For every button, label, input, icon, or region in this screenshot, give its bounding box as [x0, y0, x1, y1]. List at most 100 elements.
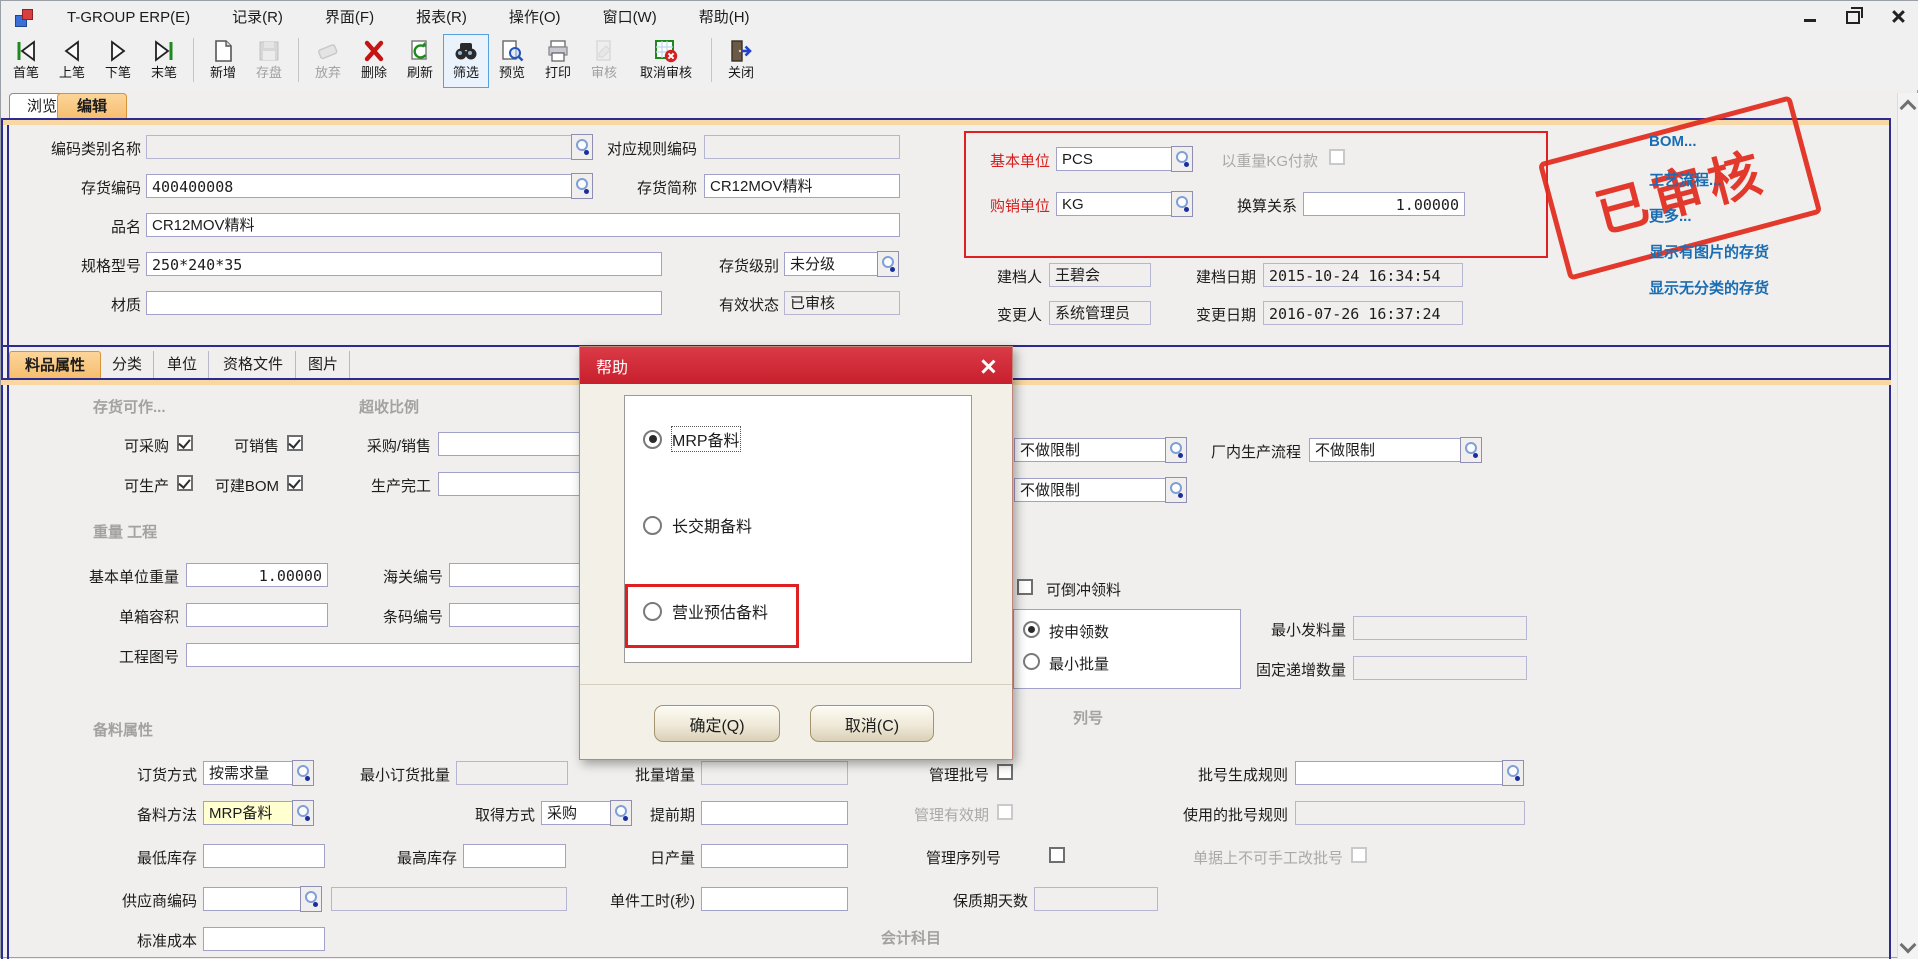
vertical-scrollbar[interactable] — [1897, 93, 1918, 959]
next-record-button[interactable]: 下笔 — [95, 34, 141, 88]
close-icon[interactable] — [1887, 5, 1909, 27]
manage-serial-checkbox[interactable] — [1049, 847, 1065, 863]
code-category-field[interactable] — [146, 135, 572, 159]
preview-button[interactable]: 预览 — [489, 34, 535, 88]
menu-app[interactable]: T-GROUP ERP(E) — [46, 1, 211, 34]
first-record-button[interactable]: 首笔 — [3, 34, 49, 88]
unit-hours-field[interactable] — [701, 887, 848, 911]
manage-batch-checkbox[interactable] — [997, 764, 1013, 780]
refresh-button[interactable]: 刷新 — [397, 34, 443, 88]
min-stock-field[interactable] — [203, 844, 325, 868]
backflush-checkbox[interactable] — [1017, 579, 1033, 595]
last-record-button[interactable]: 末笔 — [141, 34, 187, 88]
factory-flow-lookup-icon[interactable] — [1460, 437, 1482, 463]
factory-flow-field[interactable]: 不做限制 — [1309, 438, 1461, 462]
scroll-up-icon[interactable] — [1901, 99, 1915, 113]
prev-record-button[interactable]: 上笔 — [49, 34, 95, 88]
ok-button[interactable]: 确定(Q) — [654, 705, 780, 742]
cancel-button[interactable]: 取消(C) — [810, 705, 934, 742]
std-cost-field[interactable] — [203, 927, 325, 951]
base-unit-label: 基本单位 — [976, 150, 1050, 171]
menu-operation[interactable]: 操作(O) — [488, 1, 582, 34]
sellable-checkbox[interactable] — [287, 435, 303, 451]
minimize-icon[interactable] — [1799, 5, 1821, 27]
material-field[interactable] — [146, 291, 662, 315]
link-bom[interactable]: BOM... — [1649, 133, 1697, 150]
tab-image[interactable]: 图片 — [297, 351, 350, 378]
batch-rule-field[interactable] — [1295, 761, 1503, 785]
trade-unit-field[interactable]: KG — [1056, 192, 1172, 216]
menu-report[interactable]: 报表(R) — [395, 1, 488, 34]
obtain-lookup-icon[interactable] — [610, 800, 632, 826]
dialog-close-icon[interactable] — [976, 354, 1000, 378]
modify-date-field: 2016-07-26 16:37:24 — [1263, 301, 1463, 325]
option-mrp[interactable]: MRP备料 — [643, 428, 740, 450]
order-mode-field[interactable]: 按需求量 — [203, 761, 293, 785]
cancel-audit-button[interactable]: 取消审核 — [627, 34, 705, 88]
conversion-field[interactable]: 1.00000 — [1303, 192, 1465, 216]
limit-lookup-icon-1[interactable] — [1165, 437, 1187, 463]
order-mode-lookup-icon[interactable] — [292, 760, 314, 786]
code-category-lookup-icon[interactable] — [571, 134, 593, 160]
restore-icon[interactable] — [1843, 5, 1865, 27]
by-apply-radio[interactable] — [1023, 621, 1040, 638]
delete-button[interactable]: 删除 — [351, 34, 397, 88]
link-show-with-image[interactable]: 显示有图片的存货 — [1649, 241, 1769, 262]
tab-qualification[interactable]: 资格文件 — [211, 351, 296, 378]
help-dialog-titlebar[interactable]: 帮助 — [580, 347, 1012, 384]
option-long-leadtime-radio[interactable] — [643, 516, 662, 535]
prepare-method-field[interactable]: MRP备料 — [203, 801, 293, 825]
daily-output-field[interactable] — [701, 844, 848, 868]
supplier-field[interactable] — [203, 887, 301, 911]
prepare-method-lookup-icon[interactable] — [292, 800, 314, 826]
batch-rule-lookup-icon[interactable] — [1502, 760, 1524, 786]
menu-help[interactable]: 帮助(H) — [678, 1, 771, 34]
tab-item-attributes[interactable]: 料品属性 — [9, 351, 101, 380]
level-lookup-icon[interactable] — [877, 251, 899, 277]
option-mrp-radio[interactable] — [643, 430, 662, 449]
min-issue-field — [1353, 616, 1527, 640]
menu-window[interactable]: 窗口(W) — [582, 1, 678, 34]
scroll-down-icon[interactable] — [1901, 939, 1915, 953]
menu-record[interactable]: 记录(R) — [211, 1, 304, 34]
menu-interface[interactable]: 界面(F) — [304, 1, 395, 34]
base-weight-field[interactable]: 1.00000 — [186, 563, 328, 587]
bom-checkbox[interactable] — [287, 475, 303, 491]
level-field[interactable]: 未分级 — [784, 252, 878, 276]
new-button[interactable]: 新增 — [200, 34, 246, 88]
tab-unit[interactable]: 单位 — [156, 351, 209, 378]
trade-unit-lookup-icon[interactable] — [1171, 191, 1193, 217]
item-name-field[interactable]: CR12MOV精料 — [146, 213, 900, 237]
tab-edit[interactable]: 编辑 — [57, 93, 127, 120]
link-more[interactable]: 更多... — [1649, 205, 1692, 226]
manage-valid-checkbox — [997, 804, 1013, 820]
tab-classification[interactable]: 分类 — [101, 351, 154, 378]
base-unit-field[interactable]: PCS — [1056, 147, 1172, 171]
item-code-field[interactable]: 400400008 — [146, 174, 572, 198]
box-volume-field[interactable] — [186, 603, 328, 627]
producible-checkbox[interactable] — [177, 475, 193, 491]
save-button: 存盘 — [246, 34, 292, 88]
link-process-flow[interactable]: 工艺流程... — [1649, 169, 1722, 190]
short-name-field[interactable]: CR12MOV精料 — [704, 174, 900, 198]
shelf-days-field[interactable] — [1034, 887, 1158, 911]
purchasable-checkbox[interactable] — [177, 435, 193, 451]
supplier-name-field — [331, 887, 567, 911]
option-long-leadtime[interactable]: 长交期备料 — [643, 514, 752, 536]
filter-button[interactable]: 筛选 — [443, 34, 489, 88]
limit-lookup-icon-2[interactable] — [1165, 477, 1187, 503]
obtain-field[interactable]: 采购 — [541, 801, 611, 825]
min-batch-radio[interactable] — [1023, 653, 1040, 670]
supplier-lookup-icon[interactable] — [300, 886, 322, 912]
limit-field-2[interactable]: 不做限制 — [1014, 478, 1166, 502]
limit-field-1[interactable]: 不做限制 — [1014, 438, 1166, 462]
print-button[interactable]: 打印 — [535, 34, 581, 88]
close-form-button[interactable]: 关闭 — [718, 34, 764, 88]
max-stock-field[interactable] — [463, 844, 566, 868]
leadtime-field[interactable] — [701, 801, 848, 825]
link-show-unclassified[interactable]: 显示无分类的存货 — [1649, 277, 1769, 298]
base-unit-lookup-icon[interactable] — [1171, 146, 1193, 172]
spec-field[interactable]: 250*240*35 — [146, 252, 662, 276]
item-code-lookup-icon[interactable] — [571, 173, 593, 199]
rule-code-field[interactable] — [704, 135, 900, 159]
